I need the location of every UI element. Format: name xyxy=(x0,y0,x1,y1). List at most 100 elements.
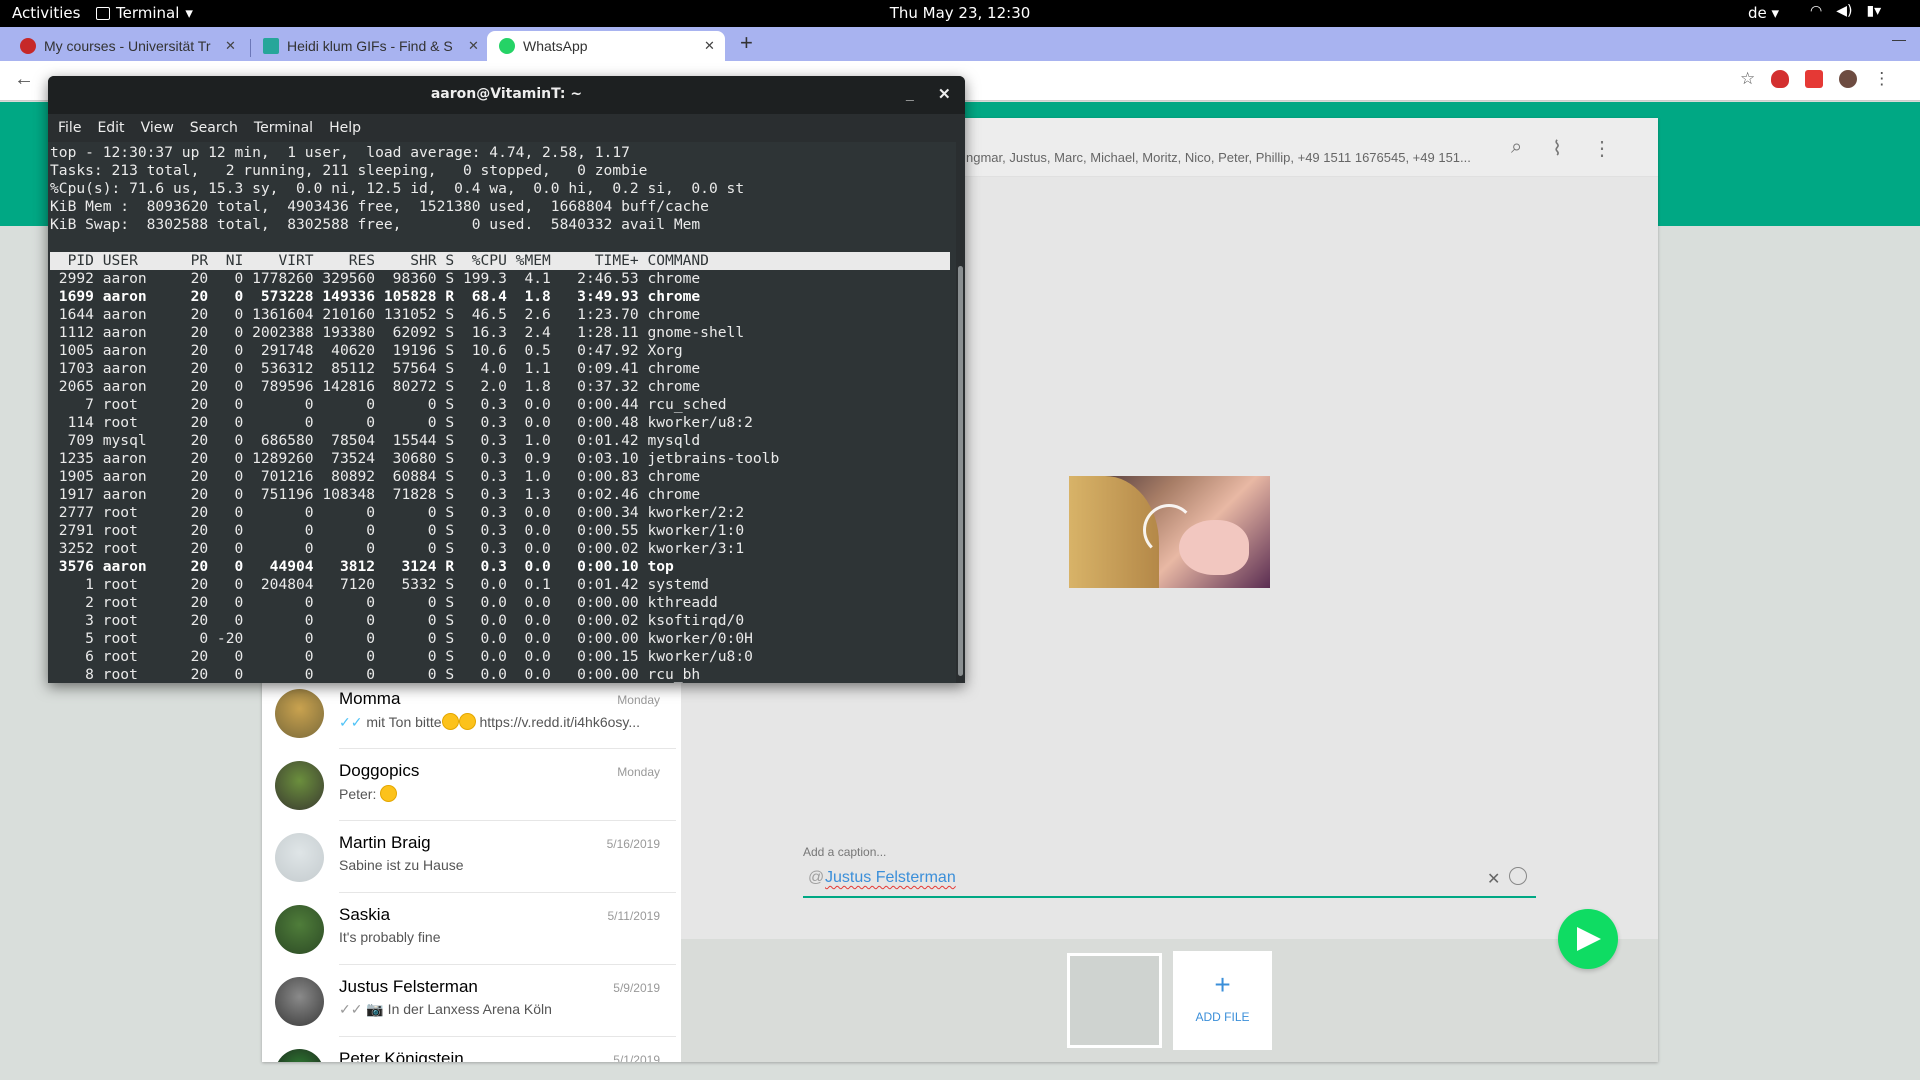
volume-icon: ◀) xyxy=(1836,3,1853,19)
caption-input[interactable]: @ Justus Felsterman ✕ xyxy=(803,862,1536,898)
chat-timestamp: 5/1/2019 xyxy=(613,1053,660,1062)
chat-list-item[interactable]: Saskia 5/11/2019 It's probably fine xyxy=(262,893,681,965)
giphy-favicon-icon xyxy=(263,38,279,54)
app-menu-terminal[interactable]: Terminal ▾ xyxy=(96,4,193,22)
tab-whatsapp[interactable]: WhatsApp ✕ xyxy=(487,31,725,61)
chat-preview: Sabine ist zu Hause xyxy=(339,857,664,873)
tab-heidi-klum-gifs[interactable]: Heidi klum GIFs - Find & S ✕ xyxy=(251,31,489,61)
scrollbar-thumb[interactable] xyxy=(958,266,963,676)
chat-preview: ✓✓ 📷 In der Lanxess Arena Köln xyxy=(339,1001,664,1018)
window-minimize-icon[interactable]: — xyxy=(1892,31,1906,47)
process-row: 2065 aaron 20 0 789596 142816 80272 S 2.… xyxy=(50,378,701,395)
process-row: 2992 aaron 20 0 1778260 329560 98360 S 1… xyxy=(50,270,701,287)
process-row: 3576 aaron 20 0 44904 3812 3124 R 0.3 0.… xyxy=(50,558,674,575)
terminal-menu-view[interactable]: View xyxy=(141,120,174,136)
chat-preview: It's probably fine xyxy=(339,929,664,945)
terminal-menu-terminal[interactable]: Terminal xyxy=(254,120,313,136)
app-menu-label: Terminal xyxy=(116,4,180,22)
process-row: 3252 root 20 0 0 0 0 S 0.3 0.0 0:00.02 k… xyxy=(50,540,745,557)
group-members-list: ngmar, Justus, Marc, Michael, Moritz, Ni… xyxy=(966,150,1471,165)
tab-close-icon[interactable]: ✕ xyxy=(225,38,236,54)
emoji-picker-icon[interactable] xyxy=(1509,867,1527,885)
system-tray[interactable]: ◠ ◀) ▮▾ xyxy=(1810,3,1881,19)
terminal-menu-edit[interactable]: Edit xyxy=(97,120,124,136)
send-arrow-icon xyxy=(1577,927,1601,951)
chat-timestamp: 5/9/2019 xyxy=(613,981,660,995)
thumbnail-strip xyxy=(681,939,1658,1062)
chat-preview-text: 📷 In der Lanxess Arena Köln xyxy=(366,1001,552,1017)
chat-list-item[interactable]: Peter Königstein 5/1/2019 xyxy=(262,1037,681,1062)
terminal-menu-help[interactable]: Help xyxy=(329,120,361,136)
moodle-favicon-icon xyxy=(20,38,36,54)
chat-name: Martin Braig xyxy=(339,833,431,852)
gnome-top-bar: Activities Terminal ▾ Thu May 23, 12:30 … xyxy=(0,0,1920,27)
process-row: 1905 aaron 20 0 701216 80892 60884 S 0.3… xyxy=(50,468,701,485)
gif-preview-image xyxy=(1069,476,1270,588)
top-summary-line: top - 12:30:37 up 12 min, 1 user, load a… xyxy=(50,144,630,161)
browser-tab-strip: My courses - Universität Tr ✕ Heidi klum… xyxy=(0,27,1920,61)
chat-list-item[interactable]: Martin Braig 5/16/2019 Sabine ist zu Hause xyxy=(262,821,681,893)
chat-name: Doggopics xyxy=(339,761,420,780)
search-icon[interactable]: ⌕ xyxy=(1511,136,1522,161)
chat-preview: ✓✓ mit Ton bitte https://v.redd.it/i4hk6… xyxy=(339,713,664,731)
clock[interactable]: Thu May 23, 12:30 xyxy=(890,4,1031,22)
chat-preview-text: mit Ton bitte xyxy=(366,714,442,730)
activities-button[interactable]: Activities xyxy=(12,4,80,22)
process-row: 2777 root 20 0 0 0 0 S 0.3 0.0 0:00.34 k… xyxy=(50,504,745,521)
terminal-menu-file[interactable]: File xyxy=(58,120,81,136)
chat-list-item[interactable]: Justus Felsterman 5/9/2019 ✓✓ 📷 In der Lan… xyxy=(262,965,681,1037)
process-row: 1917 aaron 20 0 751196 108348 71828 S 0.… xyxy=(50,486,701,503)
new-tab-button[interactable]: + xyxy=(740,30,753,56)
tab-close-icon[interactable]: ✕ xyxy=(704,38,715,54)
avatar xyxy=(275,833,324,882)
whatsapp-favicon-icon xyxy=(499,38,515,54)
tab-close-icon[interactable]: ✕ xyxy=(468,38,479,54)
tab-title: WhatsApp xyxy=(523,38,588,54)
selected-media-thumbnail[interactable] xyxy=(1067,953,1162,1048)
process-row: 3 root 20 0 0 0 0 S 0.0 0.0 0:00.02 ksof… xyxy=(50,612,745,629)
chat-list-item[interactable]: Momma Monday ✓✓ mit Ton bitte https://v.re… xyxy=(262,677,681,749)
kebab-menu-icon[interactable]: ⋮ xyxy=(1873,69,1890,89)
close-icon[interactable]: ✕ xyxy=(938,85,951,103)
process-row: 7 root 20 0 0 0 0 S 0.3 0.0 0:00.44 rcu_… xyxy=(50,396,727,413)
process-row: 1699 aaron 20 0 573228 149336 105828 R 6… xyxy=(50,288,701,305)
top-summary-line: Tasks: 213 total, 2 running, 211 sleepin… xyxy=(50,162,648,179)
clear-caption-icon[interactable]: ✕ xyxy=(1487,869,1500,889)
process-row: 8 root 20 0 0 0 0 S 0.0 0.0 0:00.00 rcu_… xyxy=(50,666,701,683)
tab-my-courses[interactable]: My courses - Universität Tr ✕ xyxy=(8,31,246,61)
keyboard-layout-indicator[interactable]: de ▾ xyxy=(1748,4,1779,22)
terminal-screen[interactable]: top - 12:30:37 up 12 min, 1 user, load a… xyxy=(48,142,955,683)
lastpass-extension-icon[interactable] xyxy=(1805,70,1824,88)
add-file-button[interactable]: + ADD FILE xyxy=(1173,951,1272,1050)
terminal-titlebar[interactable]: aaron@VitaminT: ~ _ ✕ xyxy=(48,76,965,114)
tab-title: Heidi klum GIFs - Find & S xyxy=(287,38,453,54)
menu-dots-icon[interactable]: ⋮ xyxy=(1592,136,1612,161)
back-arrow-icon[interactable]: ← xyxy=(14,68,34,91)
process-row: 6 root 20 0 0 0 0 S 0.0 0.0 0:00.15 kwor… xyxy=(50,648,753,665)
process-row: 1703 aaron 20 0 536312 85112 57564 S 4.0… xyxy=(50,360,701,377)
terminal-window[interactable]: aaron@VitaminT: ~ _ ✕ File Edit View Search… xyxy=(48,76,965,683)
attach-paperclip-icon[interactable]: ⌇ xyxy=(1552,136,1562,161)
top-summary-line xyxy=(50,234,955,252)
terminal-scrollbar[interactable] xyxy=(956,142,965,683)
minimize-icon[interactable]: _ xyxy=(906,86,914,102)
ublock-extension-icon[interactable] xyxy=(1771,70,1790,88)
send-button[interactable] xyxy=(1558,909,1618,969)
process-row: 1112 aaron 20 0 2002388 193380 62092 S 1… xyxy=(50,324,745,341)
avatar xyxy=(275,761,324,810)
bookmark-star-icon[interactable]: ☆ xyxy=(1740,69,1755,89)
chat-name: Justus Felsterman xyxy=(339,977,478,996)
chat-name: Peter Königstein xyxy=(339,1049,464,1062)
terminal-menu-search[interactable]: Search xyxy=(190,120,238,136)
caption-label: Add a caption... xyxy=(803,845,887,859)
mention-tag: Justus Felsterman xyxy=(825,869,956,886)
emoji-icon xyxy=(458,713,476,730)
top-summary-line: KiB Swap: 8302588 total, 8302588 free, 0… xyxy=(50,216,701,233)
chat-list: Momma Monday ✓✓ mit Ton bitte https://v.re… xyxy=(262,670,681,1062)
battery-icon: ▮▾ xyxy=(1866,3,1882,19)
chat-list-item[interactable]: Doggopics Monday Peter: xyxy=(262,749,681,821)
process-row: 1235 aaron 20 0 1289260 73524 30680 S 0.… xyxy=(50,450,780,467)
process-table-header: PID USER PR NI VIRT RES SHR S %CPU %MEM … xyxy=(50,252,950,270)
profile-avatar[interactable] xyxy=(1839,70,1858,88)
process-row: 1 root 20 0 204804 7120 5332 S 0.0 0.1 0… xyxy=(50,576,709,593)
